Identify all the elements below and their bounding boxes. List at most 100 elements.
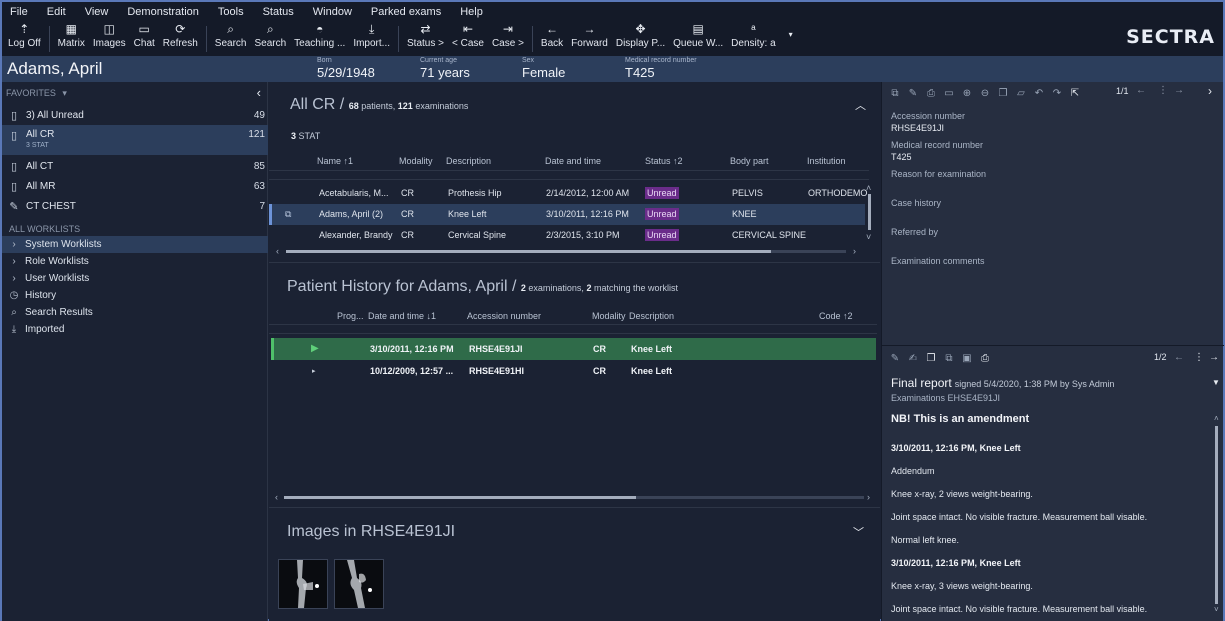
expand-chevron-down-icon[interactable]: ﹀	[853, 524, 864, 540]
collapse-right-icon[interactable]: ›	[1208, 84, 1212, 98]
image-thumbnail[interactable]	[278, 559, 328, 609]
menu-demonstration[interactable]: Demonstration	[127, 6, 199, 18]
next-case-button[interactable]: ⇥ Case >	[488, 22, 528, 56]
edit-icon[interactable]: ✎	[906, 88, 920, 100]
prev-arrow-icon[interactable]: ←	[1136, 85, 1146, 96]
col-description[interactable]: Description	[446, 156, 491, 166]
col-institution[interactable]: Institution	[807, 156, 846, 166]
prev-report-icon[interactable]: ←	[1174, 352, 1184, 363]
worklist-vscrollbar[interactable]	[868, 194, 871, 230]
favorite-all-unread[interactable]: ▯ 3) All Unread 49	[2, 105, 268, 125]
history-hscrollbar[interactable]	[284, 496, 864, 499]
report-scroll-down-icon[interactable]: ˅	[1214, 605, 1219, 614]
zoom-out-icon[interactable]: ⊖	[978, 88, 992, 100]
report-more-icon[interactable]: ⋮	[1194, 352, 1204, 363]
scrollbar-thumb[interactable]	[284, 496, 636, 499]
copy-icon[interactable]: ⧉	[888, 88, 902, 100]
next-report-icon[interactable]: →	[1209, 352, 1219, 363]
report-vscrollbar[interactable]	[1215, 426, 1218, 604]
history-row[interactable]: ▸ 10/12/2009, 12:57 ... RHSE4E91HI CR Kn…	[271, 360, 876, 382]
next-arrow-icon[interactable]: →	[1174, 85, 1184, 96]
col-history-modality[interactable]: Modality	[592, 311, 626, 321]
col-datetime[interactable]: Date and time	[545, 156, 601, 166]
report-dropdown-icon[interactable]: ▼	[1212, 378, 1220, 387]
table-row[interactable]: Acetabularis, M... CR Prothesis Hip 2/14…	[269, 183, 867, 204]
favorite-all-ct[interactable]: ▯ All CT 85	[2, 156, 268, 176]
collapse-panel-icon[interactable]: ‹	[257, 85, 261, 100]
copy-report-icon[interactable]: ❐	[924, 353, 938, 365]
expand-triangle-icon[interactable]: ▸	[312, 367, 316, 375]
col-status[interactable]: Status ↑2	[645, 156, 683, 166]
prev-case-button[interactable]: ⇤ < Case	[448, 22, 488, 56]
scroll-right-icon[interactable]: ›	[853, 246, 856, 256]
refresh-button[interactable]: ⟳ Refresh	[159, 22, 202, 56]
search-advanced-button[interactable]: ⌕ Search	[250, 22, 290, 56]
status-button[interactable]: ⇄ Status >	[403, 22, 448, 56]
teaching-button[interactable]: ◓ Teaching ...	[290, 22, 349, 56]
favorite-all-mr[interactable]: ▯ All MR 63	[2, 176, 268, 196]
chat-icon[interactable]: ▱	[1014, 88, 1028, 100]
report-scroll-up-icon[interactable]: ˄	[1214, 414, 1219, 423]
more-options-icon[interactable]: ⋮	[1158, 85, 1168, 96]
worklist-search-results[interactable]: ⌕ Search Results	[2, 304, 268, 321]
history-row-selected[interactable]: ▶ 3/10/2011, 12:16 PM RHSE4E91JI CR Knee…	[271, 338, 876, 360]
duplicate-icon[interactable]: ❐	[996, 88, 1010, 100]
pen-icon[interactable]: ✎	[888, 353, 902, 365]
menu-tools[interactable]: Tools	[218, 6, 244, 18]
undo-icon[interactable]: ↶	[1032, 88, 1046, 100]
density-button[interactable]: ᵃ Density: a	[727, 22, 779, 56]
play-icon[interactable]: ▶	[311, 343, 319, 354]
toolbar-overflow-button[interactable]: ▾	[780, 22, 802, 56]
favorite-ct-chest[interactable]: ✎ CT CHEST 7	[2, 196, 268, 216]
search-button[interactable]: ⌕ Search	[211, 22, 251, 56]
scroll-up-icon[interactable]: ˄	[866, 183, 871, 193]
menu-file[interactable]: File	[10, 6, 28, 18]
queue-button[interactable]: ▤ Queue W...	[669, 22, 727, 56]
view-icon[interactable]: ▭	[942, 88, 956, 100]
images-button[interactable]: ◫ Images	[89, 22, 130, 56]
menu-edit[interactable]: Edit	[47, 6, 66, 18]
logoff-button[interactable]: ⇡ Log Off	[4, 22, 45, 56]
menu-window[interactable]: Window	[313, 6, 352, 18]
filter-row[interactable]	[269, 170, 869, 180]
worklist-imported[interactable]: ⤓ Imported	[2, 321, 268, 338]
col-name[interactable]: Name ↑1	[317, 156, 353, 166]
display-protocol-button[interactable]: ✥ Display P...	[612, 22, 669, 56]
col-progress[interactable]: Prog...	[337, 311, 364, 321]
print-report-icon[interactable]: ⎙	[978, 353, 992, 365]
menu-view[interactable]: View	[85, 6, 109, 18]
forward-button[interactable]: → Forward	[567, 22, 612, 56]
scroll-left-icon[interactable]: ‹	[276, 246, 279, 256]
menu-help[interactable]: Help	[460, 6, 483, 18]
worklist-role[interactable]: › Role Worklists	[2, 253, 268, 270]
table-row[interactable]: Alexander, Brandy CR Cervical Spine 2/3/…	[269, 225, 865, 246]
col-modality[interactable]: Modality	[399, 156, 433, 166]
stamp-icon[interactable]: ▣	[960, 353, 974, 365]
col-code[interactable]: Code ↑2	[819, 311, 853, 321]
matrix-button[interactable]: ▦ Matrix	[54, 22, 89, 56]
sign-icon[interactable]: ✍	[906, 353, 920, 365]
open-external-icon[interactable]: ⇱	[1068, 88, 1082, 100]
zoom-in-icon[interactable]: ⊕	[960, 88, 974, 100]
scrollbar-thumb[interactable]	[286, 250, 771, 253]
menu-parked-exams[interactable]: Parked exams	[371, 6, 441, 18]
scroll-down-icon[interactable]: ˅	[866, 232, 871, 242]
print-icon[interactable]: ⎙	[924, 88, 938, 100]
back-button[interactable]: ← Back	[537, 22, 567, 56]
col-history-description[interactable]: Description	[629, 311, 674, 321]
worklist-hscrollbar[interactable]	[286, 250, 846, 253]
history-filter-row[interactable]	[269, 324, 877, 334]
table-row-selected[interactable]: ⧉ Adams, April (2) CR Knee Left 3/10/201…	[269, 204, 865, 225]
scroll-right-icon[interactable]: ›	[867, 492, 870, 502]
favorite-all-cr[interactable]: ▯ All CR 121 3 STAT	[2, 125, 268, 155]
scroll-left-icon[interactable]: ‹	[275, 492, 278, 502]
worklist-user[interactable]: › User Worklists	[2, 270, 268, 287]
worklist-history[interactable]: ◷ History	[2, 287, 268, 304]
worklist-system[interactable]: › System Worklists	[2, 236, 268, 253]
col-accession[interactable]: Accession number	[467, 311, 541, 321]
image-thumbnail[interactable]	[334, 559, 384, 609]
import-button[interactable]: ⤓ Import...	[349, 22, 394, 56]
favorites-header[interactable]: FAVORITES ▾	[2, 88, 67, 99]
collapse-chevron-up-icon[interactable]: ︿	[855, 97, 866, 113]
chat-button[interactable]: ▭ Chat	[130, 22, 159, 56]
